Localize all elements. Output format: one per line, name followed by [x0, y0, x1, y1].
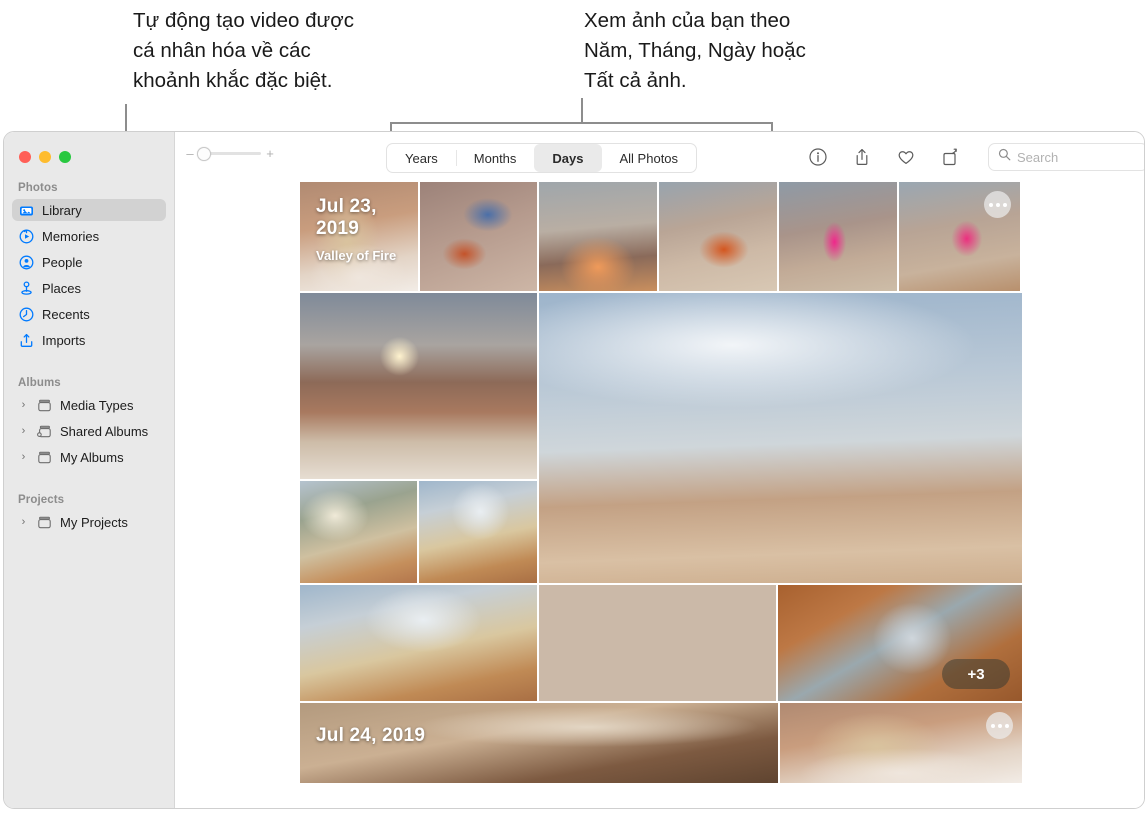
zoom-slider-track[interactable]: [199, 152, 261, 155]
recents-icon: [18, 306, 35, 323]
imports-icon: [18, 332, 35, 349]
photo-thumbnail[interactable]: Jul 24, 2019: [300, 703, 778, 783]
more-options-button[interactable]: [984, 191, 1011, 218]
library-icon: [18, 202, 35, 219]
zoom-slider[interactable]: – +: [186, 147, 274, 160]
sidebar-item-recents[interactable]: Recents: [12, 303, 166, 325]
sidebar-item-places[interactable]: Places: [12, 277, 166, 299]
people-icon: [18, 254, 35, 271]
sidebar-item-shared-albums[interactable]: › Shared Albums: [12, 420, 166, 442]
sidebar-section-projects-title: Projects: [4, 494, 174, 511]
album-icon: [36, 397, 53, 414]
tab-all-photos[interactable]: All Photos: [602, 144, 697, 172]
photo-thumbnail[interactable]: [539, 585, 776, 701]
sidebar-item-people[interactable]: People: [12, 251, 166, 273]
main-content: – + Years Months Days All Photos: [175, 132, 1144, 808]
sidebar-item-label: Memories: [42, 229, 99, 244]
search-input[interactable]: Search: [1017, 150, 1058, 165]
zoom-out-label[interactable]: –: [186, 147, 194, 160]
photo-thumbnail[interactable]: [659, 182, 777, 291]
day-date: Jul 24, 2019: [316, 725, 425, 747]
callout-memories-text: Tự động tạo video được cá nhân hóa về cá…: [133, 6, 433, 96]
sidebar-item-label: My Albums: [60, 450, 124, 465]
zoom-slider-knob[interactable]: [197, 147, 211, 161]
day-header: Jul 23, 2019 Valley of Fire: [316, 196, 418, 263]
sidebar-section-photos-title: Photos: [4, 182, 174, 199]
photo-thumbnail[interactable]: [420, 182, 537, 291]
photo-thumbnail[interactable]: [539, 293, 1022, 583]
photo-thumbnail[interactable]: [779, 182, 897, 291]
photo-thumbnail[interactable]: +3: [778, 585, 1022, 701]
photo-thumbnail[interactable]: [899, 182, 1020, 291]
more-options-button[interactable]: [986, 712, 1013, 739]
sidebar: Photos Library Memories People Places: [4, 132, 175, 808]
sidebar-item-label: Shared Albums: [60, 424, 148, 439]
photo-thumbnail[interactable]: [300, 481, 417, 583]
leader-bracket-top: [390, 122, 773, 124]
day-header: Jul 24, 2019: [316, 725, 425, 747]
callout-viewmodes-text: Xem ảnh của bạn theo Năm, Tháng, Ngày ho…: [584, 6, 884, 96]
photo-grid-row: Jul 24, 2019: [300, 703, 1022, 783]
sidebar-item-label: My Projects: [60, 515, 128, 530]
toolbar: – + Years Months Days All Photos: [175, 132, 1144, 182]
sidebar-item-label: Recents: [42, 307, 90, 322]
photo-thumbnail[interactable]: [419, 481, 537, 583]
tab-days[interactable]: Days: [534, 144, 601, 172]
photo-thumbnail[interactable]: Jul 23, 2019 Valley of Fire: [300, 182, 418, 291]
sidebar-item-memories[interactable]: Memories: [12, 225, 166, 247]
photo-grid: Jul 23, 2019 Valley of Fire: [300, 182, 1022, 785]
view-mode-segmented-control[interactable]: Years Months Days All Photos: [386, 143, 697, 173]
photo-thumbnail[interactable]: [300, 585, 537, 701]
leader-line-right-vertical: [581, 98, 583, 124]
favorite-heart-icon[interactable]: [896, 147, 916, 167]
toolbar-icon-group: [808, 143, 960, 171]
sidebar-item-my-projects[interactable]: › My Projects: [12, 511, 166, 533]
places-icon: [18, 280, 35, 297]
tab-years[interactable]: Years: [387, 144, 456, 172]
sidebar-section-albums-title: Albums: [4, 377, 174, 394]
sidebar-item-label: People: [42, 255, 82, 270]
close-button[interactable]: [19, 151, 31, 163]
chevron-right-icon[interactable]: ›: [18, 517, 29, 528]
zoom-button[interactable]: [59, 151, 71, 163]
sidebar-item-media-types[interactable]: › Media Types: [12, 394, 166, 416]
sidebar-item-label: Library: [42, 203, 82, 218]
search-icon: [998, 148, 1011, 166]
sidebar-item-label: Places: [42, 281, 81, 296]
sidebar-item-label: Media Types: [60, 398, 133, 413]
search-field[interactable]: Search: [988, 143, 1144, 171]
photo-grid-row: Jul 23, 2019 Valley of Fire: [300, 182, 1022, 291]
zoom-in-label[interactable]: +: [266, 147, 274, 160]
share-icon[interactable]: [852, 147, 872, 167]
chevron-right-icon[interactable]: ›: [18, 400, 29, 411]
photo-grid-row: [300, 293, 1022, 583]
rotate-icon[interactable]: [940, 147, 960, 167]
overflow-count-badge[interactable]: +3: [942, 659, 1010, 689]
chevron-right-icon[interactable]: ›: [18, 452, 29, 463]
photo-grid-row: +3: [300, 585, 1022, 701]
sidebar-item-label: Imports: [42, 333, 85, 348]
minimize-button[interactable]: [39, 151, 51, 163]
album-icon: [36, 449, 53, 466]
window-traffic-lights: [19, 151, 71, 163]
album-icon: [36, 514, 53, 531]
photos-app-window: Photos Library Memories People Places: [3, 131, 1145, 809]
photo-thumbnail[interactable]: [539, 182, 657, 291]
sidebar-item-library[interactable]: Library: [12, 199, 166, 221]
sidebar-item-imports[interactable]: Imports: [12, 329, 166, 351]
sidebar-item-my-albums[interactable]: › My Albums: [12, 446, 166, 468]
info-icon[interactable]: [808, 147, 828, 167]
day-date: Jul 23, 2019: [316, 196, 418, 240]
day-place: Valley of Fire: [316, 248, 418, 263]
chevron-right-icon[interactable]: ›: [18, 426, 29, 437]
shared-album-icon: [36, 423, 53, 440]
tab-months[interactable]: Months: [456, 144, 535, 172]
photo-thumbnail[interactable]: [780, 703, 1022, 783]
memories-icon: [18, 228, 35, 245]
photo-thumbnail[interactable]: [300, 293, 537, 479]
